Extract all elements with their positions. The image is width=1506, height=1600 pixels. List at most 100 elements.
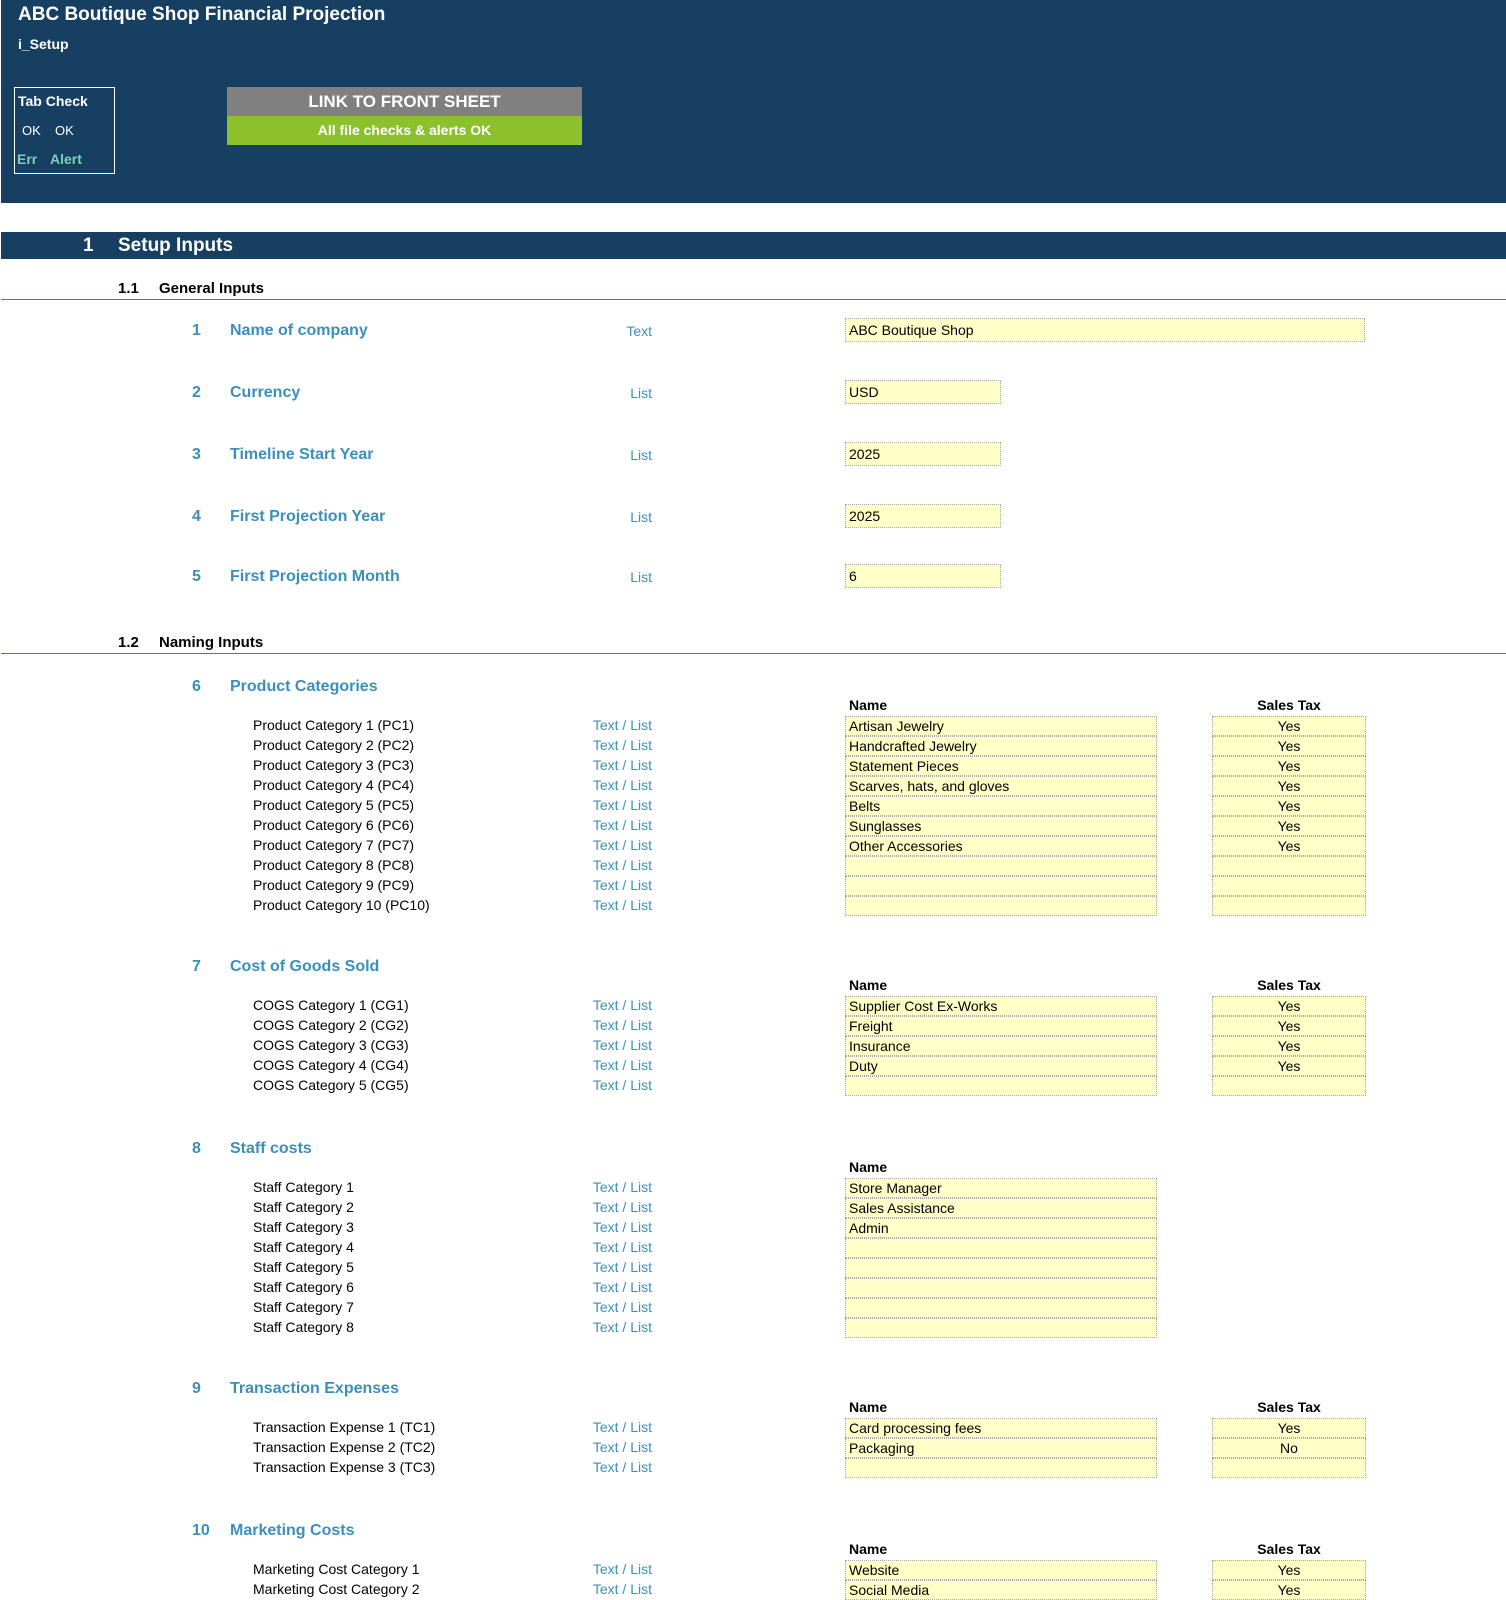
category-label: Staff Category 6 (253, 1279, 354, 1295)
input-field[interactable]: 2025 (845, 504, 1001, 528)
sheet-name: i_Setup (18, 36, 69, 52)
category-name-field[interactable] (845, 1318, 1157, 1338)
category-type: Text / List (592, 1057, 652, 1073)
sales-tax-field[interactable] (1212, 1458, 1366, 1478)
sales-tax-field[interactable] (1212, 876, 1366, 896)
category-label: Staff Category 7 (253, 1299, 354, 1315)
category-label: COGS Category 3 (CG3) (253, 1037, 409, 1053)
category-label: Transaction Expense 2 (TC2) (253, 1439, 436, 1455)
category-name-field[interactable]: Social Media (845, 1580, 1157, 1600)
tab-check-label: Tab Check (18, 93, 88, 109)
category-name-field[interactable]: Scarves, hats, and gloves (845, 776, 1157, 796)
group-number: 7 (192, 958, 201, 975)
category-label: Staff Category 2 (253, 1199, 354, 1215)
sales-tax-field[interactable]: Yes (1212, 716, 1366, 736)
category-label: Staff Category 8 (253, 1319, 354, 1335)
link-to-front-sheet-button[interactable]: LINK TO FRONT SHEET (227, 87, 582, 116)
workbook-title: ABC Boutique Shop Financial Projection (18, 4, 386, 25)
group-number: 9 (192, 1380, 201, 1397)
sales-tax-field[interactable]: Yes (1212, 1036, 1366, 1056)
category-type: Text / List (592, 897, 652, 913)
category-name-field[interactable] (845, 876, 1157, 896)
category-name-field[interactable] (845, 896, 1157, 916)
group-title: Product Categories (230, 678, 378, 695)
sales-tax-field[interactable]: No (1212, 1438, 1366, 1458)
category-name-field[interactable] (845, 1076, 1157, 1096)
group-number: 10 (192, 1522, 210, 1539)
category-label: Product Category 7 (PC7) (253, 837, 415, 853)
sales-tax-field[interactable]: Yes (1212, 776, 1366, 796)
input-field[interactable]: ABC Boutique Shop (845, 318, 1365, 342)
sales-tax-field[interactable] (1212, 896, 1366, 916)
category-name-field[interactable]: Website (845, 1560, 1157, 1580)
category-name-field[interactable]: Duty (845, 1056, 1157, 1076)
category-label: COGS Category 1 (CG1) (253, 997, 409, 1013)
sales-tax-field[interactable]: Yes (1212, 736, 1366, 756)
category-label: Product Category 2 (PC2) (253, 737, 415, 753)
sales-tax-field[interactable]: Yes (1212, 1418, 1366, 1438)
input-label: Currency (230, 384, 301, 401)
category-name-field[interactable]: Handcrafted Jewelry (845, 736, 1157, 756)
sales-tax-field[interactable]: Yes (1212, 996, 1366, 1016)
column-header-name: Name (849, 697, 888, 713)
category-type: Text / List (592, 1017, 652, 1033)
category-name-field[interactable]: Card processing fees (845, 1418, 1157, 1438)
tab-check-ok-2: OK (55, 123, 74, 138)
category-name-field[interactable]: Other Accessories (845, 836, 1157, 856)
category-name-field[interactable] (845, 856, 1157, 876)
category-name-field[interactable]: Insurance (845, 1036, 1157, 1056)
category-type: Text / List (592, 797, 652, 813)
category-name-field[interactable]: Sunglasses (845, 816, 1157, 836)
sales-tax-field[interactable] (1212, 1076, 1366, 1096)
category-type: Text / List (592, 1279, 652, 1295)
section-number: 1 (83, 235, 94, 256)
category-type: Text / List (592, 717, 652, 733)
category-type: Text / List (592, 1179, 652, 1195)
sales-tax-field[interactable]: Yes (1212, 796, 1366, 816)
input-type: List (630, 569, 652, 585)
category-name-field[interactable] (845, 1238, 1157, 1258)
category-type: Text / List (592, 1259, 652, 1275)
input-field[interactable]: 2025 (845, 442, 1001, 466)
sales-tax-field[interactable]: Yes (1212, 1016, 1366, 1036)
column-header-name: Name (849, 977, 888, 993)
sales-tax-field[interactable]: Yes (1212, 1580, 1366, 1600)
category-name-field[interactable]: Packaging (845, 1438, 1157, 1458)
input-type: List (630, 509, 652, 525)
category-name-field[interactable]: Statement Pieces (845, 756, 1157, 776)
category-label: Product Category 6 (PC6) (253, 817, 415, 833)
category-name-field[interactable]: Freight (845, 1016, 1157, 1036)
input-label: Timeline Start Year (230, 446, 374, 463)
column-header-sales-tax: Sales Tax (1257, 1399, 1321, 1415)
input-field[interactable]: USD (845, 380, 1001, 404)
category-type: Text / List (592, 1419, 652, 1435)
category-name-field[interactable] (845, 1278, 1157, 1298)
category-label: Transaction Expense 3 (TC3) (253, 1459, 436, 1475)
tab-check-box: Tab Check OK OK Err Alert (14, 87, 115, 174)
category-name-field[interactable] (845, 1458, 1157, 1478)
category-name-field[interactable]: Artisan Jewelry (845, 716, 1157, 736)
category-name-field[interactable]: Supplier Cost Ex-Works (845, 996, 1157, 1016)
sales-tax-field[interactable] (1212, 856, 1366, 876)
category-name-field[interactable] (845, 1258, 1157, 1278)
category-name-field[interactable]: Admin (845, 1218, 1157, 1238)
input-field[interactable]: 6 (845, 564, 1001, 588)
category-type: Text / List (592, 817, 652, 833)
category-label: Product Category 4 (PC4) (253, 777, 415, 793)
subsection-number: 1.2 (118, 634, 139, 651)
sales-tax-field[interactable]: Yes (1212, 836, 1366, 856)
category-name-field[interactable]: Belts (845, 796, 1157, 816)
subsection-number: 1.1 (118, 280, 139, 297)
category-name-field[interactable] (845, 1298, 1157, 1318)
input-label: First Projection Month (230, 568, 400, 585)
sales-tax-field[interactable]: Yes (1212, 1560, 1366, 1580)
sales-tax-field[interactable]: Yes (1212, 1056, 1366, 1076)
sales-tax-field[interactable]: Yes (1212, 816, 1366, 836)
input-number: 3 (192, 446, 201, 463)
input-label: Name of company (230, 322, 368, 339)
category-name-field[interactable]: Store Manager (845, 1178, 1157, 1198)
input-label: First Projection Year (230, 508, 386, 525)
tab-check-ok-1: OK (22, 123, 41, 138)
sales-tax-field[interactable]: Yes (1212, 756, 1366, 776)
category-name-field[interactable]: Sales Assistance (845, 1198, 1157, 1218)
